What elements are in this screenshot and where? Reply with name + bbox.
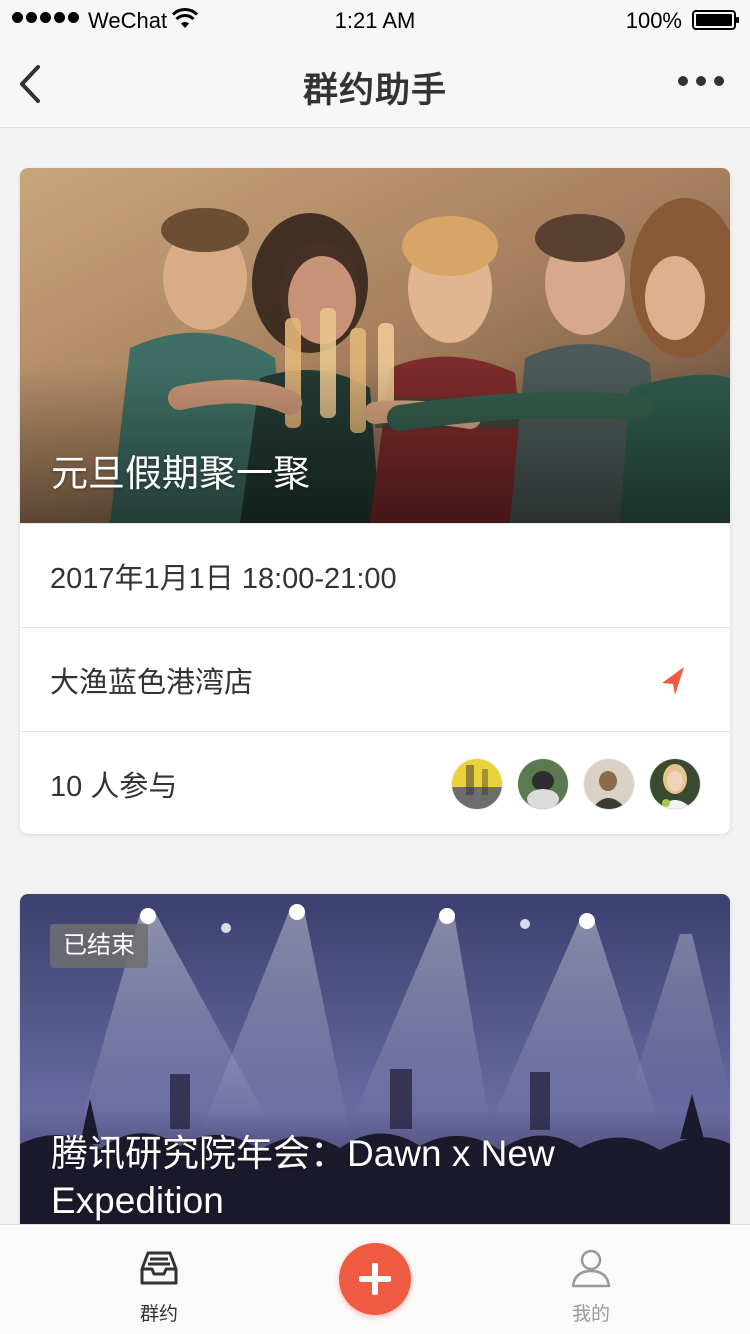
- event-card[interactable]: 已结束 腾讯研究院年会：Dawn x New Expedition: [20, 894, 730, 1224]
- user-icon: [571, 1249, 611, 1288]
- tab-me[interactable]: 我的: [541, 1247, 641, 1326]
- event-participants-row[interactable]: 10 人参与: [20, 731, 730, 834]
- inbox-icon: [140, 1251, 178, 1285]
- tab-bar: 群约 我的: [0, 1224, 750, 1334]
- status-bar: WeChat 1:21 AM 100%: [0, 0, 750, 40]
- event-cover-image: 已结束 腾讯研究院年会：Dawn x New Expedition: [20, 894, 730, 1224]
- participant-avatars: [452, 759, 700, 809]
- avatar: [518, 759, 568, 809]
- event-datetime: 2017年1月1日 18:00-21:00: [50, 562, 397, 595]
- status-badge: 已结束: [50, 924, 148, 968]
- create-event-button[interactable]: [339, 1243, 411, 1315]
- tab-label: 群约: [139, 1304, 178, 1325]
- event-card[interactable]: 元旦假期聚一聚 2017年1月1日 18:00-21:00 大渔蓝色港湾店 10…: [20, 168, 730, 834]
- event-list: 元旦假期聚一聚 2017年1月1日 18:00-21:00 大渔蓝色港湾店 10…: [0, 128, 750, 1224]
- avatar: [650, 759, 700, 809]
- event-cover-image: 元旦假期聚一聚: [20, 168, 730, 523]
- page-title: 群约助手: [302, 71, 447, 110]
- event-location-row[interactable]: 大渔蓝色港湾店: [20, 627, 730, 731]
- event-title: 元旦假期聚一聚: [51, 453, 310, 494]
- participant-count: 10 人参与: [50, 770, 178, 803]
- tab-group-events[interactable]: 群约: [109, 1247, 209, 1326]
- event-datetime-row: 2017年1月1日 18:00-21:00: [20, 523, 730, 627]
- tab-label: 我的: [571, 1304, 610, 1325]
- avatar: [452, 759, 502, 809]
- navigation-arrow-icon[interactable]: [660, 665, 688, 697]
- event-title: 腾讯研究院年会：Dawn x New Expedition: [51, 1133, 555, 1221]
- more-options-icon[interactable]: [678, 76, 724, 86]
- battery-icon: [692, 10, 739, 30]
- navigation-bar: 群约助手: [0, 40, 750, 128]
- battery-percentage: 100%: [625, 8, 682, 33]
- avatar: [584, 759, 634, 809]
- event-location: 大渔蓝色港湾店: [50, 666, 254, 699]
